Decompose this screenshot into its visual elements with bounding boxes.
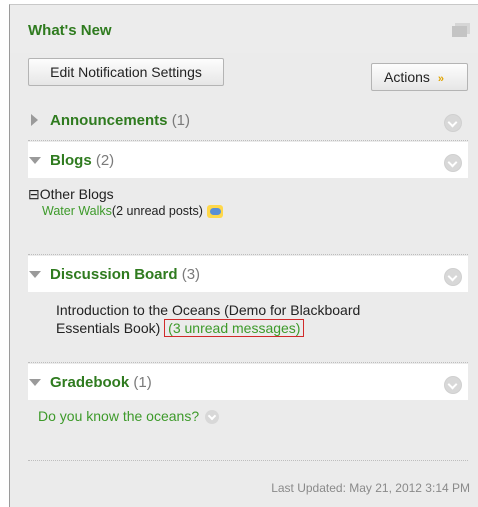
collapse-icon[interactable]: ⊟ bbox=[28, 186, 40, 202]
discussion-item: Introduction to the Oceans (Demo for Bla… bbox=[56, 301, 360, 337]
actions-button[interactable]: Actions » bbox=[371, 63, 468, 91]
chevron-down-icon: » bbox=[437, 73, 445, 85]
blog-unread-status: (2 unread posts) bbox=[111, 204, 203, 218]
announcements-title[interactable]: Announcements (1) bbox=[50, 112, 190, 129]
gradebook-item[interactable]: Do you know the oceans? bbox=[38, 408, 220, 425]
triangle-down-icon[interactable] bbox=[29, 271, 41, 278]
section-discussion-board[interactable]: Discussion Board (3) bbox=[28, 256, 468, 292]
section-announcements[interactable]: Announcements (1) bbox=[28, 102, 468, 138]
section-gradebook[interactable]: Gradebook (1) bbox=[28, 364, 468, 400]
comment-bubble-icon bbox=[206, 205, 223, 219]
discussion-item-line1: Introduction to the Oceans (Demo for Bla… bbox=[56, 302, 361, 318]
section-menu-icon[interactable] bbox=[444, 376, 462, 394]
blog-item: Water Walks(2 unread posts) bbox=[42, 204, 223, 219]
triangle-down-icon[interactable] bbox=[29, 157, 41, 164]
window-icon[interactable] bbox=[452, 23, 470, 37]
discussion-item-line2: Essentials Book) bbox=[56, 320, 161, 336]
panel-title: What's New bbox=[28, 22, 112, 39]
gradebook-item-link[interactable]: Do you know the oceans? bbox=[38, 408, 199, 424]
water-walks-link[interactable]: Water Walks bbox=[42, 204, 112, 218]
triangle-down-icon[interactable] bbox=[29, 379, 41, 386]
edit-notification-settings-button[interactable]: Edit Notification Settings bbox=[28, 58, 224, 86]
section-menu-icon[interactable] bbox=[444, 268, 462, 286]
triangle-right-icon[interactable] bbox=[31, 114, 38, 126]
item-menu-icon[interactable] bbox=[205, 410, 220, 425]
blogs-group[interactable]: ⊟Other Blogs bbox=[28, 186, 114, 203]
last-updated: Last Updated: May 21, 2012 3:14 PM bbox=[271, 481, 470, 495]
blogs-title[interactable]: Blogs (2) bbox=[50, 152, 114, 169]
section-blogs[interactable]: Blogs (2) bbox=[28, 142, 468, 178]
unread-messages-link[interactable]: (3 unread messages) bbox=[164, 319, 305, 337]
discussion-board-title[interactable]: Discussion Board (3) bbox=[50, 266, 200, 283]
divider bbox=[28, 140, 468, 141]
divider bbox=[28, 460, 468, 461]
section-menu-icon[interactable] bbox=[444, 154, 462, 172]
divider bbox=[28, 254, 468, 255]
actions-label: Actions bbox=[384, 69, 430, 85]
panel-header: What's New bbox=[10, 5, 478, 53]
gradebook-title[interactable]: Gradebook (1) bbox=[50, 374, 152, 391]
divider bbox=[28, 362, 468, 363]
section-menu-icon[interactable] bbox=[444, 114, 462, 132]
blogs-group-label: Other Blogs bbox=[39, 186, 114, 202]
